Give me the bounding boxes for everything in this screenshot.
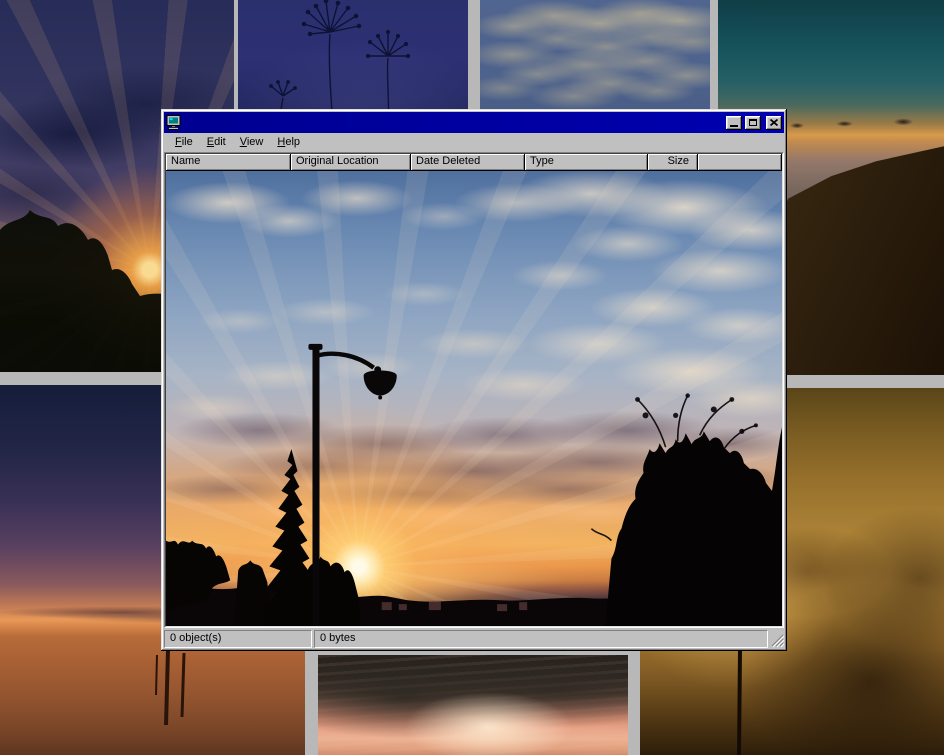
- resize-grip-icon: [770, 630, 784, 648]
- column-header-original-location[interactable]: Original Location: [291, 154, 411, 171]
- titlebar[interactable]: [164, 112, 784, 133]
- column-header-date-deleted[interactable]: Date Deleted: [411, 154, 525, 171]
- desktop: File Edit View Help Name Original Locati…: [0, 0, 944, 755]
- recycle-bin-window: File Edit View Help Name Original Locati…: [161, 109, 787, 651]
- menu-view[interactable]: View: [233, 135, 271, 150]
- minimize-icon: [730, 125, 738, 127]
- status-object-count: 0 object(s): [164, 630, 312, 648]
- column-header-name[interactable]: Name: [166, 154, 291, 171]
- column-header-size[interactable]: Size: [648, 154, 698, 171]
- close-icon: [770, 119, 778, 126]
- menu-edit[interactable]: Edit: [200, 135, 233, 150]
- list-view-sunset-photo[interactable]: [166, 171, 782, 626]
- column-header-blank[interactable]: [698, 154, 782, 171]
- status-size: 0 bytes: [314, 630, 768, 648]
- close-button[interactable]: [766, 116, 782, 130]
- menu-file[interactable]: File: [168, 135, 200, 150]
- client-frame: Name Original Location Date Deleted Type…: [164, 152, 784, 628]
- menu-help[interactable]: Help: [270, 135, 307, 150]
- menubar: File Edit View Help: [164, 133, 784, 152]
- maximize-icon: [749, 119, 757, 126]
- wallpaper-photo-water-reflections: [318, 655, 628, 755]
- column-header-row: Name Original Location Date Deleted Type…: [166, 154, 782, 171]
- column-header-type[interactable]: Type: [525, 154, 648, 171]
- statusbar: 0 object(s) 0 bytes: [164, 630, 784, 648]
- minimize-button[interactable]: [726, 116, 742, 130]
- maximize-button[interactable]: [745, 116, 761, 130]
- silhouette-overlay: [166, 171, 782, 626]
- client-area: Name Original Location Date Deleted Type…: [165, 153, 783, 627]
- resize-grip[interactable]: [770, 630, 784, 648]
- computer-icon: [166, 115, 182, 130]
